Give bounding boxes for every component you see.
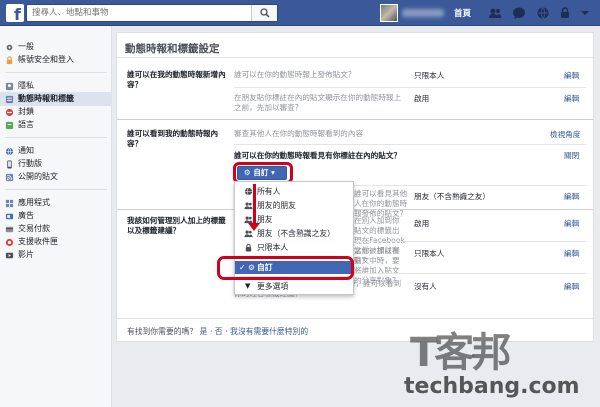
feedback-yes-link[interactable]: 是 — [200, 327, 208, 336]
setting-description: 誰可以在你的動態時報上發佈貼文？ — [234, 70, 356, 79]
support-icon — [5, 238, 14, 247]
close-link[interactable]: 關閉 — [564, 150, 579, 161]
watermark-brand-zh: T客邦 — [410, 330, 511, 376]
search-icon — [260, 8, 270, 18]
edit-link[interactable]: 編輯 — [564, 218, 579, 229]
setting-description: 在朋友貼你標註在內的貼文顯示在你的動態時報上之前，先加以審查？ — [234, 93, 402, 112]
friend-requests-icon[interactable] — [488, 6, 502, 20]
divider — [117, 119, 593, 120]
account-menu-icon[interactable] — [578, 6, 592, 20]
sidebar-item-mobile[interactable]: 行動版 — [0, 157, 112, 171]
page-title: 動態時報和標籤設定 — [125, 43, 220, 55]
globe-icon — [5, 147, 14, 156]
video-icon — [5, 252, 14, 259]
profile-name-blurred[interactable] — [402, 9, 444, 17]
messages-icon[interactable] — [512, 6, 526, 20]
lock-icon — [6, 56, 13, 65]
setting-value: 只限本人 — [414, 71, 445, 80]
timeline-icon — [5, 95, 14, 104]
highlight-annotation — [217, 256, 354, 280]
mobile-icon — [7, 160, 12, 169]
privacy-icon — [5, 82, 14, 91]
ads-icon — [5, 213, 14, 220]
divider — [5, 137, 107, 138]
friends-icon — [244, 202, 253, 210]
sidebar-item-language[interactable]: 語言 — [0, 118, 112, 132]
search-button[interactable] — [251, 5, 277, 21]
expanded-setting-question: 誰可以在你的動態時報看見有你標註在內的貼文？ — [234, 151, 402, 160]
divider — [234, 144, 586, 145]
facebook-logo[interactable]: f — [6, 4, 24, 22]
techbang-watermark: T客邦 techbang.com — [404, 318, 594, 402]
sidebar-item-timeline-tagging[interactable]: 動態時報和標籤 — [0, 92, 112, 106]
search-box[interactable] — [26, 4, 278, 22]
sidebar-item-payments[interactable]: 交易付款 — [0, 222, 112, 236]
setting-description: 審查其他人在你的動態時報看到的內容 — [234, 129, 364, 138]
globe-icon — [244, 187, 253, 196]
setting-description: 誰可以看見其他人在你的動態時報發佈的貼文？ — [354, 189, 408, 218]
divider — [354, 241, 586, 242]
section-question-who-can-see: 誰可以看到我的動態時報內容？ — [127, 129, 219, 148]
edit-link[interactable]: 編輯 — [564, 191, 579, 202]
sidebar-item-public-posts[interactable]: 公開的貼文 — [0, 170, 112, 184]
view-as-link[interactable]: 檢視角度 — [550, 129, 580, 140]
sidebar-item-notifications[interactable]: 通知 — [0, 144, 112, 158]
setting-value: 啟用 — [414, 94, 430, 103]
divider — [117, 209, 593, 210]
setting-value: 朋友（不含熟識之友） — [414, 192, 490, 201]
annotation-arrow-head — [248, 223, 260, 231]
language-icon — [5, 121, 14, 130]
lock-shortcut-icon[interactable] — [558, 6, 572, 20]
watermark-brand-en: techbang.com — [404, 374, 580, 399]
edit-link[interactable]: 編輯 — [564, 281, 579, 292]
sidebar-item-ads[interactable]: 廣告 — [0, 209, 112, 223]
sidebar-item-blocking[interactable]: 封鎖 — [0, 105, 112, 119]
edit-link[interactable]: 編輯 — [564, 248, 579, 259]
divider — [5, 189, 107, 190]
divider — [5, 72, 107, 73]
top-navigation-bar: f 首頁 — [0, 0, 600, 26]
feedback-question: 有找到你需要的嗎？ 是 · 否 · 我沒有需要什麼特別的 — [127, 327, 309, 336]
settings-sidebar: 一般 帳號安全和登入 隱私 動態時報和標籤 封鎖 語言 通知 行動版 公開的貼文… — [0, 26, 112, 407]
rss-icon — [5, 173, 14, 182]
sidebar-item-videos[interactable]: 影片 — [0, 248, 112, 262]
section-question-manage-tags: 我該如何管理別人加上的標籤以及標籤建議？ — [127, 216, 226, 235]
edit-link[interactable]: 編輯 — [564, 70, 579, 81]
lock-icon — [245, 243, 252, 252]
sidebar-item-apps[interactable]: 應用程式 — [0, 196, 112, 210]
setting-value: 啟用 — [414, 219, 430, 228]
edit-link[interactable]: 編輯 — [564, 93, 579, 104]
sidebar-item-privacy[interactable]: 隱私 — [0, 79, 112, 93]
divider — [117, 57, 593, 58]
home-link[interactable]: 首頁 — [454, 7, 471, 19]
chevron-down-icon: ▼ — [245, 282, 251, 290]
feedback-no-link[interactable]: 否 — [215, 327, 223, 336]
divider — [234, 87, 586, 88]
section-question-who-can-add: 誰可以在我的動態時報新增內容？ — [127, 70, 226, 89]
payments-icon — [5, 226, 14, 233]
search-input[interactable] — [27, 5, 247, 21]
block-icon — [5, 108, 14, 117]
feedback-no-need-link[interactable]: 我沒有需要什麼特別的 — [230, 327, 308, 336]
dropdown-item-more-options[interactable]: ▼ 更多選項 — [235, 280, 353, 293]
sidebar-item-support-inbox[interactable]: 支援收件匣 — [0, 235, 112, 249]
avatar[interactable] — [380, 4, 398, 22]
apps-icon — [5, 199, 14, 208]
setting-value: 沒有人 — [414, 282, 437, 291]
dropdown-item-only-me[interactable]: 只限本人 — [235, 241, 353, 254]
sidebar-item-security[interactable]: 帳號安全和登入 — [0, 53, 112, 67]
settings-panel: 動態時報和標籤設定 誰可以在我的動態時報新增內容？ 誰可以在你的動態時報上發佈貼… — [116, 32, 594, 342]
setting-value: 只限本人 — [414, 249, 445, 258]
sidebar-item-general[interactable]: 一般 — [0, 40, 112, 54]
gear-icon — [6, 44, 13, 51]
globe-notifications-icon[interactable] — [536, 6, 550, 20]
annotation-arrow-shaft — [253, 184, 256, 226]
